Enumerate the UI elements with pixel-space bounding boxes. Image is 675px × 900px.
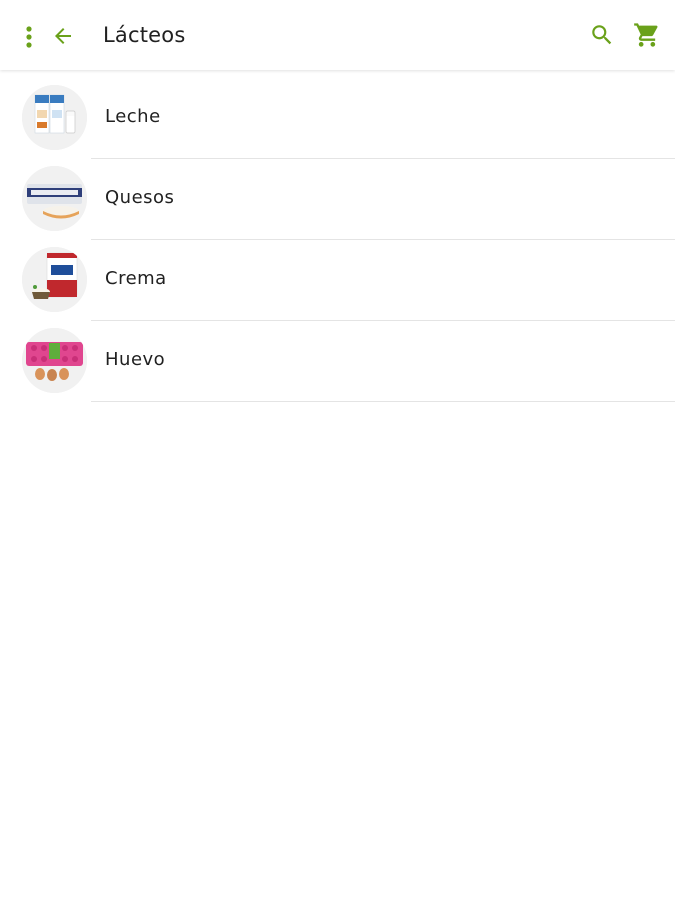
list-item[interactable]: Crema <box>0 240 675 321</box>
app-screen: Lácteos Leche Quesos Crema Huevo <box>0 0 675 900</box>
cream-container-image <box>22 247 87 312</box>
shopping-cart-icon[interactable] <box>629 17 665 53</box>
list-item[interactable]: Quesos <box>0 159 675 240</box>
list-item-label: Huevo <box>105 349 166 370</box>
list-item-label: Quesos <box>105 187 175 208</box>
page-title: Lácteos <box>103 23 186 47</box>
divider <box>91 401 675 402</box>
list-item-label: Leche <box>105 106 161 127</box>
list-item-label: Crema <box>105 268 167 289</box>
app-bar: Lácteos <box>0 0 675 70</box>
milk-cartons-image <box>22 85 87 150</box>
search-icon[interactable] <box>584 17 620 53</box>
arrow-back-icon[interactable] <box>45 18 81 54</box>
list-item[interactable]: Huevo <box>0 321 675 402</box>
egg-carton-image <box>22 328 87 393</box>
cream-cheese-image <box>22 166 87 231</box>
list-item[interactable]: Leche <box>0 78 675 159</box>
more-vertical-icon[interactable] <box>12 19 46 55</box>
category-list: Leche Quesos Crema Huevo <box>0 78 675 402</box>
